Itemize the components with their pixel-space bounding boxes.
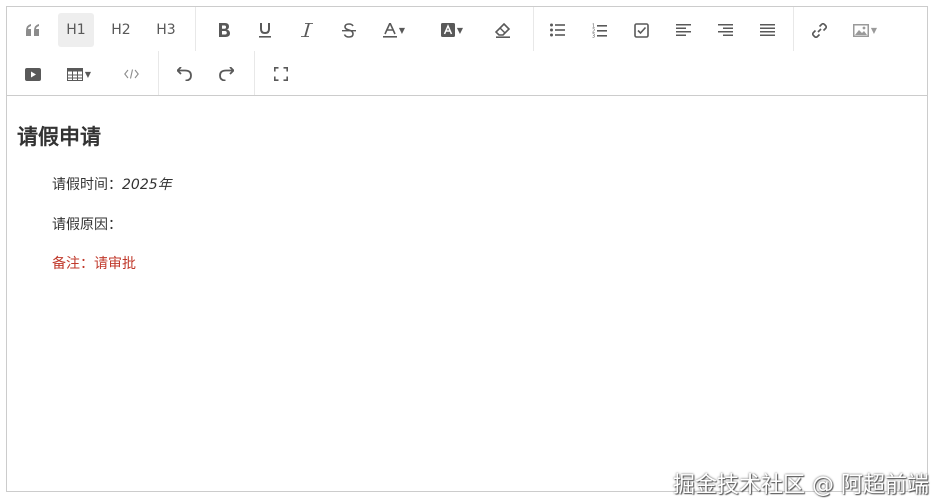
document-title[interactable]: 请假申请 bbox=[17, 121, 101, 151]
editor-content-area[interactable]: 请假申请 请假时间：2025年 请假原因： 备注：请审批 bbox=[7, 96, 927, 491]
svg-text:3: 3 bbox=[592, 33, 595, 38]
watermark: 掘金技术社区 @ 阿超前端 bbox=[673, 473, 929, 498]
todo-list-button[interactable] bbox=[629, 13, 653, 47]
eraser-icon bbox=[495, 22, 511, 38]
heading-3-button[interactable]: H3 bbox=[148, 13, 184, 47]
redo-icon bbox=[218, 67, 234, 81]
heading-1-button[interactable]: H1 bbox=[58, 13, 94, 47]
toolbar-row-2: ▼ bbox=[7, 51, 927, 95]
rich-text-editor: H1 H2 H3 ▼ ▼ 1 2 3 ▼ ▼ 请假申请 请假时间：2025年 请… bbox=[6, 6, 928, 492]
table-icon bbox=[66, 67, 83, 81]
leave-time-label: 请假时间： bbox=[52, 177, 122, 193]
underline-icon bbox=[259, 22, 271, 38]
undo-icon bbox=[176, 67, 192, 81]
clear-format-button[interactable] bbox=[491, 13, 515, 47]
bold-icon bbox=[219, 23, 230, 37]
note-paragraph[interactable]: 备注：请审批 bbox=[52, 253, 136, 273]
h3-label: H3 bbox=[156, 22, 176, 38]
chevron-down-icon: ▼ bbox=[456, 25, 464, 35]
align-right-icon bbox=[717, 24, 733, 36]
insert-link-button[interactable] bbox=[807, 13, 831, 47]
video-icon bbox=[25, 67, 41, 81]
undo-button[interactable] bbox=[172, 57, 196, 91]
numbered-list-icon: 123 bbox=[592, 23, 607, 38]
italic-button[interactable] bbox=[295, 13, 319, 47]
editor-toolbar: H1 H2 H3 ▼ ▼ 1 2 3 ▼ ▼ bbox=[7, 7, 927, 96]
toolbar-row-1: H1 H2 H3 ▼ ▼ 1 2 3 ▼ bbox=[7, 7, 927, 51]
align-left-icon bbox=[675, 24, 691, 36]
redo-button[interactable] bbox=[214, 57, 238, 91]
insert-table-button[interactable]: ▼ bbox=[61, 57, 97, 91]
align-right-button[interactable] bbox=[713, 13, 737, 47]
chevron-down-icon: ▼ bbox=[870, 25, 878, 35]
code-icon bbox=[123, 69, 139, 79]
note-text: 备注：请审批 bbox=[52, 256, 136, 272]
checkbox-icon bbox=[633, 22, 649, 38]
h1-label: H1 bbox=[66, 22, 86, 38]
align-justify-icon bbox=[759, 24, 775, 36]
align-justify-button[interactable] bbox=[755, 13, 779, 47]
bullet-list-icon bbox=[549, 23, 565, 37]
chevron-down-icon: ▼ bbox=[84, 69, 92, 79]
bold-button[interactable] bbox=[212, 13, 236, 47]
align-left-button[interactable] bbox=[671, 13, 695, 47]
link-icon bbox=[811, 22, 827, 38]
background-color-button[interactable]: ▼ bbox=[435, 13, 469, 47]
background-color-icon bbox=[440, 23, 455, 37]
leave-time-value: 2025年 bbox=[122, 177, 172, 193]
numbered-list-button[interactable]: 123 bbox=[587, 13, 611, 47]
fullscreen-icon bbox=[274, 67, 288, 81]
blockquote-button[interactable] bbox=[21, 13, 45, 47]
underline-button[interactable] bbox=[253, 13, 277, 47]
fullscreen-button[interactable] bbox=[269, 57, 293, 91]
italic-icon bbox=[301, 23, 313, 37]
leave-time-paragraph[interactable]: 请假时间：2025年 bbox=[52, 174, 172, 194]
chevron-down-icon: ▼ bbox=[398, 25, 406, 35]
heading-2-button[interactable]: H2 bbox=[103, 13, 139, 47]
quote-icon bbox=[26, 24, 39, 36]
h2-label: H2 bbox=[111, 22, 131, 38]
leave-reason-label: 请假原因： bbox=[52, 217, 122, 233]
font-color-icon bbox=[382, 22, 397, 38]
insert-video-button[interactable] bbox=[21, 57, 45, 91]
image-icon bbox=[852, 23, 869, 37]
strikethrough-button[interactable] bbox=[337, 13, 361, 47]
insert-image-button[interactable]: ▼ bbox=[847, 13, 883, 47]
strikethrough-icon bbox=[342, 22, 356, 38]
font-color-button[interactable]: ▼ bbox=[377, 13, 411, 47]
leave-reason-paragraph[interactable]: 请假原因： bbox=[52, 214, 122, 234]
bullet-list-button[interactable] bbox=[545, 13, 569, 47]
code-block-button[interactable] bbox=[119, 57, 143, 91]
